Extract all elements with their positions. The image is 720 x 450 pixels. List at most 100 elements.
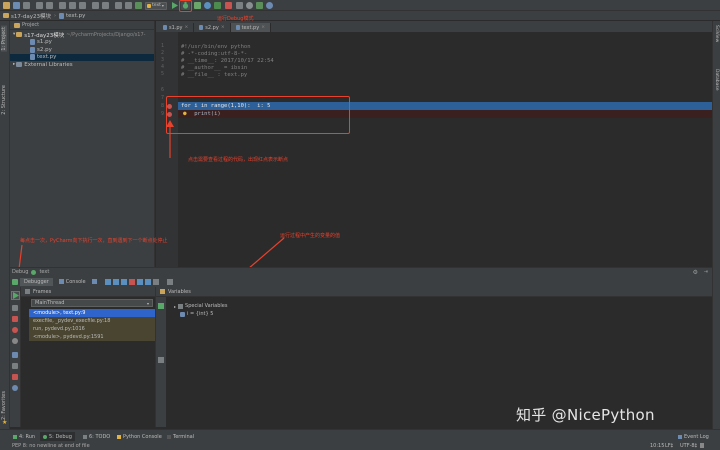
tab-debug[interactable]: 5: Debug	[40, 432, 75, 441]
frame-row[interactable]: execfile, _pydev_execfile.py:18	[29, 317, 155, 325]
tree-item-external-libraries[interactable]: ▸ External Libraries	[10, 61, 154, 69]
chevron-right-icon: ›	[53, 12, 56, 19]
python-file-icon	[235, 25, 240, 30]
view-breakpoints-icon[interactable]	[12, 327, 18, 333]
tab-console[interactable]: Console	[55, 278, 90, 286]
tab-run[interactable]: 4: Run	[10, 432, 38, 441]
replace-icon[interactable]	[102, 2, 109, 9]
variables-actions-strip	[156, 297, 166, 427]
hide-icon[interactable]: ⇥	[704, 269, 708, 275]
close-icon[interactable]: ×	[185, 25, 189, 30]
step-into-icon[interactable]	[112, 278, 119, 285]
line-number: 8	[160, 103, 164, 109]
run-config-label: text	[152, 3, 161, 8]
tree-item-s2[interactable]: s2.py	[10, 46, 154, 54]
close-icon[interactable]	[12, 374, 18, 380]
project-panel: Project ▾ s17-day23模块 ~/PycharmProjects/…	[10, 21, 155, 267]
layout-icon[interactable]	[91, 279, 97, 284]
editor-tab-text[interactable]: text.py ×	[230, 23, 271, 32]
tree-item-s1[interactable]: s1.py	[10, 39, 154, 47]
line-separator[interactable]: LF‡	[665, 443, 673, 449]
variable-row-special[interactable]: ▸ Special Variables	[174, 303, 227, 309]
tab-database[interactable]: Database	[714, 69, 719, 90]
open-folder-icon[interactable]	[3, 2, 10, 9]
variable-row-i[interactable]: i = {int} 5	[180, 311, 213, 317]
back-icon[interactable]	[115, 2, 122, 9]
paste-icon[interactable]	[79, 2, 86, 9]
save-icon[interactable]	[13, 2, 20, 9]
step-over-icon[interactable]	[104, 278, 111, 285]
coverage-icon[interactable]	[194, 2, 201, 9]
caret-position[interactable]: 10:15	[650, 443, 664, 449]
stop-icon[interactable]	[12, 316, 18, 322]
run-config-select[interactable]: text ▾	[145, 1, 167, 10]
concurrency-icon[interactable]	[214, 2, 221, 9]
redo-icon[interactable]	[46, 2, 53, 9]
editor-tab-s2[interactable]: s2.py ×	[194, 23, 231, 32]
stop-icon[interactable]	[225, 2, 232, 9]
step-out-icon[interactable]	[136, 278, 143, 285]
tab-debugger[interactable]: Debugger	[20, 277, 53, 286]
structure-icon[interactable]	[256, 2, 263, 9]
cut-icon[interactable]	[59, 2, 66, 9]
resume-icon	[13, 292, 19, 299]
mute-breakpoints-icon[interactable]	[12, 338, 18, 344]
forward-icon[interactable]	[125, 2, 132, 9]
sync-icon[interactable]	[23, 2, 30, 9]
run-to-cursor-icon[interactable]	[144, 278, 151, 285]
undo-icon[interactable]	[36, 2, 43, 9]
tree-item-project-root[interactable]: ▾ s17-day23模块 ~/PycharmProjects/Django/s…	[10, 31, 154, 39]
layout-icon[interactable]	[236, 2, 243, 9]
thread-select[interactable]: MainThread ▾	[31, 299, 153, 307]
bug-icon	[43, 434, 47, 439]
editor-tab-s1[interactable]: s1.py ×	[158, 23, 195, 32]
add-watch-icon[interactable]	[158, 303, 164, 309]
pause-icon[interactable]	[12, 305, 18, 311]
help-icon[interactable]	[12, 385, 18, 391]
frame-row[interactable]: <module>, text.py:9	[29, 309, 155, 317]
find-icon[interactable]	[92, 2, 99, 9]
tab-structure[interactable]: 2: Structure	[1, 85, 7, 115]
profile-icon[interactable]	[204, 2, 211, 9]
watch-icon[interactable]	[158, 357, 164, 363]
event-log-button[interactable]: Event Log	[675, 432, 712, 441]
encoding[interactable]: UTF-8‡	[680, 443, 697, 449]
tab-python-console[interactable]: Python Console	[114, 432, 165, 441]
library-icon	[16, 62, 23, 68]
tab-project[interactable]: 1: Project	[1, 26, 7, 52]
lock-icon[interactable]	[700, 443, 704, 448]
force-step-into-icon[interactable]	[128, 278, 135, 285]
settings-icon[interactable]	[246, 2, 253, 9]
thread-label: MainThread	[35, 300, 65, 306]
evaluate-icon[interactable]	[152, 278, 159, 285]
pin-icon[interactable]	[12, 363, 18, 369]
rerun-icon[interactable]	[12, 278, 18, 285]
frame-row[interactable]: <module>, pydevd.py:1591	[29, 333, 155, 341]
project-panel-header: Project	[10, 21, 154, 30]
breadcrumb-project[interactable]: s17-day23模块	[3, 12, 51, 20]
close-icon[interactable]: ×	[221, 25, 225, 30]
close-icon[interactable]: ×	[261, 25, 265, 30]
line-number: 5	[160, 71, 164, 77]
tab-terminal[interactable]: Terminal	[164, 432, 197, 441]
tab-debug-label: 5: Debug	[49, 433, 72, 440]
terminal-icon	[167, 434, 171, 439]
copy-icon[interactable]	[69, 2, 76, 9]
code-editor[interactable]: #!/usr/bin/env python # -*-coding:utf-8-…	[178, 32, 712, 267]
special-variables-icon	[178, 303, 184, 309]
build-icon[interactable]	[135, 2, 142, 9]
step-into-my-code-icon[interactable]	[120, 278, 127, 285]
tree-item-text[interactable]: text.py	[10, 53, 154, 61]
help-icon[interactable]	[266, 2, 273, 9]
table-icon[interactable]	[166, 278, 173, 285]
resume-button[interactable]	[11, 291, 20, 300]
settings-icon[interactable]	[12, 352, 18, 358]
tab-sciview[interactable]: SciView	[714, 25, 719, 42]
breadcrumb-file[interactable]: text.py	[58, 12, 85, 19]
gear-icon[interactable]: ⚙	[693, 269, 698, 276]
run-icon[interactable]	[171, 2, 178, 9]
tab-favorites[interactable]: 2: Favorites	[1, 391, 7, 420]
tree-item-path: ~/PycharmProjects/Django/s17-	[66, 31, 146, 38]
tab-todo[interactable]: 6: TODO	[80, 432, 113, 441]
frame-row[interactable]: run, pydevd.py:1016	[29, 325, 155, 333]
